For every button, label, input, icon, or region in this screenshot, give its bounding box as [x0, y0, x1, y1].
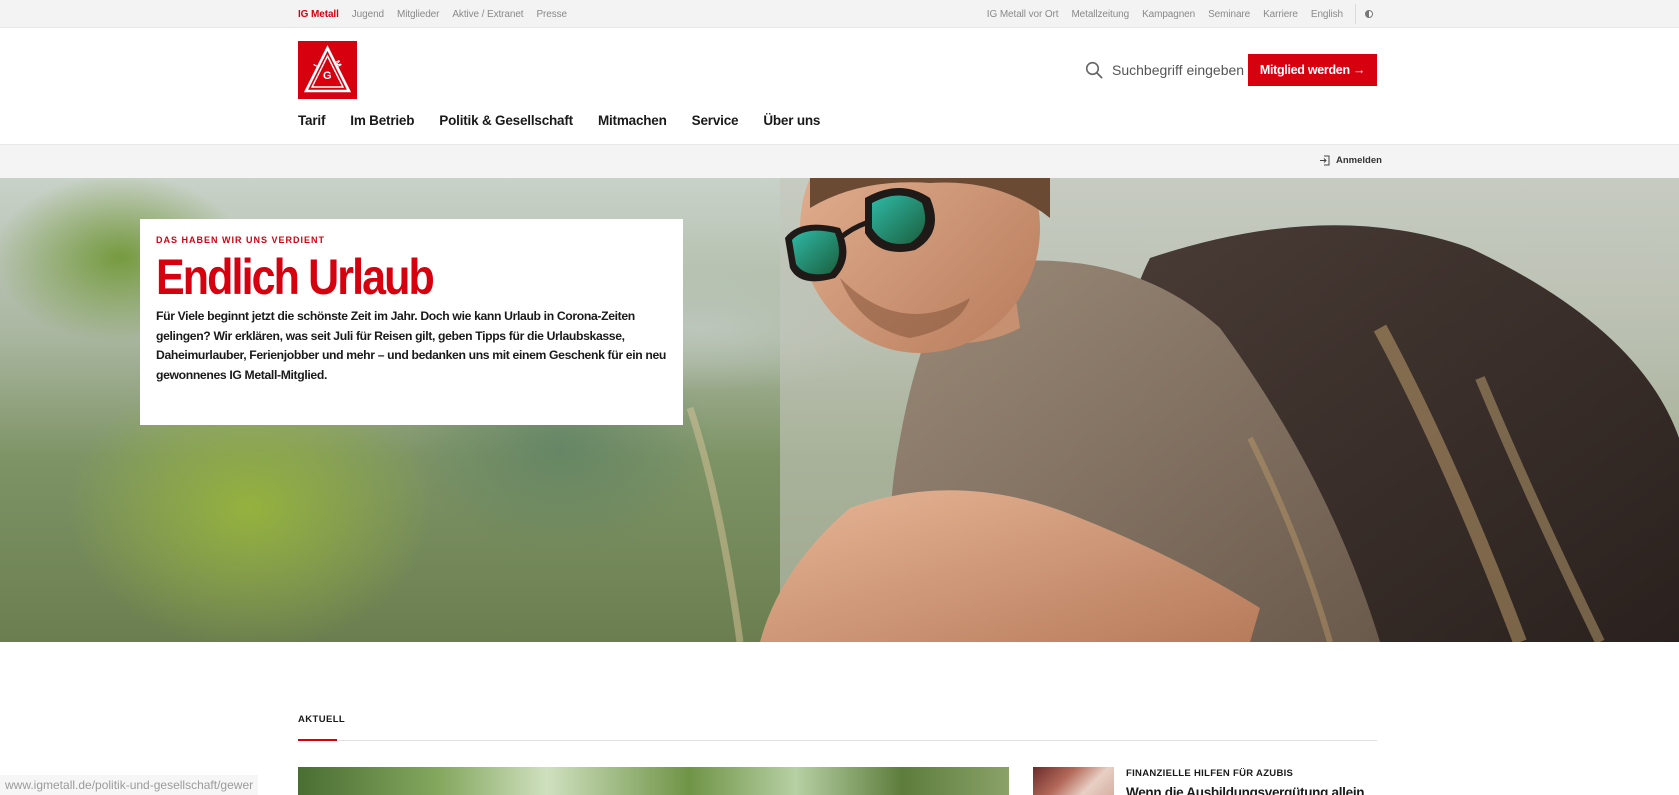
top-link-kampagnen[interactable]: Kampagnen	[1142, 9, 1195, 20]
login-link[interactable]: Anmelden	[1319, 155, 1382, 166]
ig-metall-logo[interactable]: I G M	[298, 41, 357, 99]
login-label: Anmelden	[1336, 155, 1382, 166]
login-strip: Anmelden	[0, 145, 1679, 178]
hero-description: Für Viele beginnt jetzt die schönste Zei…	[156, 309, 666, 382]
top-link-mitglieder[interactable]: Mitglieder	[397, 9, 439, 20]
hero-kicker: DAS HABEN WIR UNS VERDIENT	[156, 235, 326, 245]
top-link-aktive-extranet[interactable]: Aktive / Extranet	[452, 9, 523, 20]
top-utility-bar: IG Metall Jugend Mitglieder Aktive / Ext…	[0, 0, 1679, 28]
top-link-jugend[interactable]: Jugend	[352, 9, 384, 20]
top-links-left: IG Metall Jugend Mitglieder Aktive / Ext…	[298, 0, 567, 28]
active-tab-indicator	[298, 739, 337, 741]
side-teaser-image[interactable]	[1033, 767, 1114, 795]
top-link-vor-ort[interactable]: IG Metall vor Ort	[987, 9, 1059, 20]
nav-im-betrieb[interactable]: Im Betrieb	[350, 113, 414, 128]
top-link-seminare[interactable]: Seminare	[1208, 9, 1250, 20]
logo-emblem-icon: I G M	[303, 45, 352, 93]
section-divider	[298, 740, 1377, 741]
top-link-ig-metall[interactable]: IG Metall	[298, 9, 339, 20]
hero-teaser-card[interactable]: DAS HABEN WIR UNS VERDIENT Endlich Urlau…	[140, 219, 683, 425]
nav-tarif[interactable]: Tarif	[298, 113, 325, 128]
nav-service[interactable]: Service	[692, 113, 739, 128]
hero-banner[interactable]: DAS HABEN WIR UNS VERDIENT Endlich Urlau…	[0, 178, 1679, 642]
main-navigation: Tarif Im Betrieb Politik & Gesellschaft …	[298, 113, 820, 128]
search-icon	[1085, 61, 1103, 79]
side-teaser-kicker: FINANZIELLE HILFEN FÜR AZUBIS	[1126, 768, 1294, 779]
login-icon	[1320, 155, 1330, 166]
search-placeholder: Suchbegriff eingeben	[1112, 62, 1245, 78]
logo-letter-g: G	[323, 70, 332, 82]
top-link-english[interactable]: English	[1311, 9, 1343, 20]
aktuell-tab[interactable]: AKTUELL	[298, 714, 345, 725]
top-links-right: IG Metall vor Ort Metallzeitung Kampagne…	[987, 0, 1343, 28]
mitglied-werden-button[interactable]: Mitglied werden →	[1248, 54, 1377, 86]
site-header: I G M Suchbegriff eingeben Mitglied werd…	[0, 28, 1679, 145]
status-bar-url: www.igmetall.de/politik-und-gesellschaft…	[0, 775, 259, 795]
nav-ueber-uns[interactable]: Über uns	[763, 113, 820, 128]
side-teaser-title[interactable]: Wenn die Ausbildungsvergütung allein	[1126, 785, 1365, 795]
nav-mitmachen[interactable]: Mitmachen	[598, 113, 667, 128]
contrast-icon	[1364, 10, 1373, 18]
nav-politik-gesellschaft[interactable]: Politik & Gesellschaft	[439, 113, 573, 128]
hero-title[interactable]: Endlich Urlaub	[156, 250, 595, 304]
search-field[interactable]: Suchbegriff eingeben	[1085, 58, 1244, 82]
main-teaser-image[interactable]	[298, 767, 1009, 795]
top-link-metallzeitung[interactable]: Metallzeitung	[1071, 9, 1129, 20]
top-link-karriere[interactable]: Karriere	[1263, 9, 1298, 20]
contrast-toggle-button[interactable]	[1355, 4, 1381, 24]
top-link-presse[interactable]: Presse	[536, 9, 567, 20]
